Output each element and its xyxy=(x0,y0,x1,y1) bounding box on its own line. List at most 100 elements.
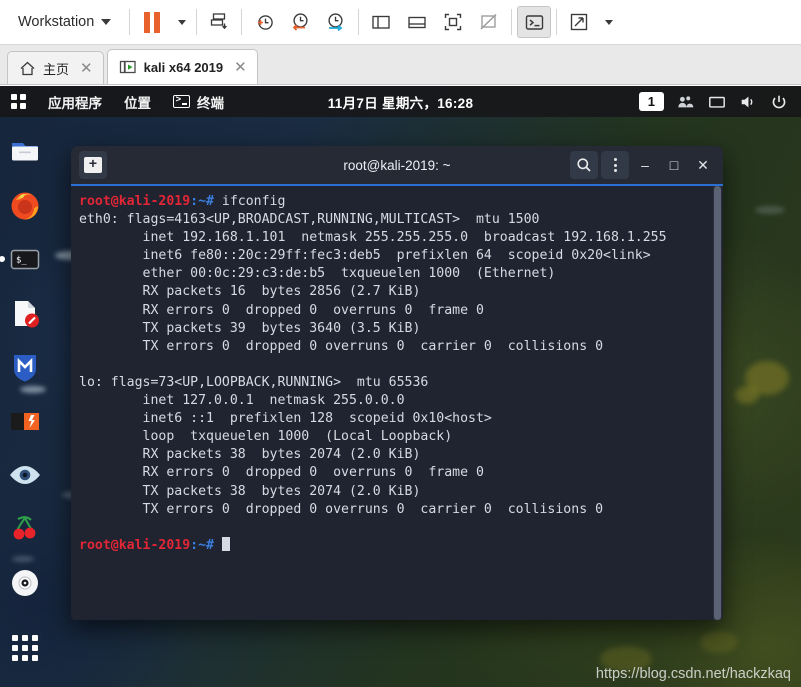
pause-dropdown-button[interactable] xyxy=(171,6,191,38)
terminal-scrollbar[interactable] xyxy=(713,186,722,620)
tab-kali-close-icon[interactable]: ✕ xyxy=(234,60,247,75)
dock-item-burpsuite[interactable] xyxy=(8,404,42,438)
terminal-window-controls: – □ ✕ xyxy=(570,151,716,179)
terminal-prompt-line: root@kali-2019:~# ifconfig xyxy=(79,193,723,211)
wallpaper-cloud xyxy=(755,206,785,214)
metasploit-icon xyxy=(13,355,36,382)
show-applications-button[interactable] xyxy=(8,631,42,665)
svg-text:$_: $_ xyxy=(16,256,27,266)
terminal-output-line: inet6 fe80::20c:29ff:fec3:deb5 prefixlen… xyxy=(79,248,651,264)
console-icon xyxy=(525,14,543,30)
apps-grid-icon xyxy=(11,635,38,661)
dock-item-terminal[interactable]: $_ xyxy=(0,242,42,276)
firefox-icon xyxy=(11,192,38,220)
search-icon xyxy=(577,158,591,172)
clock[interactable]: 11月7日 星期六，16:28 xyxy=(271,92,531,112)
terminal-output-line: RX errors 0 dropped 0 overruns 0 frame 0 xyxy=(79,465,484,481)
snapshot-manager-button[interactable] xyxy=(202,6,236,38)
workstation-menu-button[interactable]: Workstation xyxy=(0,0,125,44)
terminal-output-area[interactable]: root@kali-2019:~# ifconfig eth0: flags=4… xyxy=(71,186,723,620)
show-bottom-panel-button[interactable] xyxy=(400,6,434,38)
places-menu-label: 位置 xyxy=(124,95,151,111)
stretch-button[interactable] xyxy=(562,6,596,38)
dock-item-wireshark[interactable] xyxy=(8,458,42,492)
bottom-panel-icon xyxy=(408,16,426,29)
places-menu[interactable]: 位置 xyxy=(113,86,162,117)
volume-icon[interactable] xyxy=(739,93,757,111)
applications-menu[interactable]: 应用程序 xyxy=(37,86,113,117)
terminal-current-prompt: root@kali-2019:~# xyxy=(79,536,723,555)
vmware-toolbar: Workstation xyxy=(0,0,801,45)
terminal-icon: $_ xyxy=(10,249,39,270)
home-icon xyxy=(20,61,35,75)
revert-snapshot-button[interactable] xyxy=(283,6,317,38)
terminal-output-line: eth0: flags=4163<UP,BROADCAST,RUNNING,MU… xyxy=(79,212,540,228)
running-indicator-dot xyxy=(0,256,5,262)
clock-back-icon xyxy=(293,13,308,31)
activities-button[interactable] xyxy=(0,86,37,117)
prompt-path: :~# xyxy=(190,194,214,209)
stretch-dropdown-button[interactable] xyxy=(598,6,618,38)
workspace-indicator[interactable]: 1 xyxy=(638,92,664,111)
terminal-scrollbar-thumb[interactable] xyxy=(714,186,721,620)
vm-play-icon xyxy=(119,60,136,73)
caret-down-icon xyxy=(178,19,187,25)
terminal-output-line: inet6 ::1 prefixlen 128 scopeid 0x10<hos… xyxy=(79,411,492,427)
workspace-switcher-icon[interactable] xyxy=(677,93,695,111)
terminal-search-button[interactable] xyxy=(570,151,598,179)
terminal-output-line: inet 127.0.0.1 netmask 255.0.0.0 xyxy=(79,393,405,409)
clock-plus-icon xyxy=(258,15,274,30)
fullscreen-button[interactable] xyxy=(436,6,470,38)
dock-item-files[interactable] xyxy=(8,134,42,168)
panel-status-area: 1 xyxy=(638,92,801,111)
terminal-titlebar[interactable]: root@kali-2019: ~ – □ ✕ xyxy=(71,146,723,186)
pause-icon xyxy=(144,11,161,33)
dock-item-cherrytree[interactable] xyxy=(8,512,42,546)
gnome-top-panel: 应用程序 位置 终端 11月7日 星期六，16:28 1 xyxy=(0,86,801,117)
toolbar-divider xyxy=(511,9,513,35)
fullscreen-icon xyxy=(445,13,462,31)
terminal-output-lines: eth0: flags=4163<UP,BROADCAST,RUNNING,MU… xyxy=(79,211,723,537)
gnome-dock: $_ xyxy=(0,117,49,687)
tab-home[interactable]: 主页 ✕ xyxy=(7,51,104,84)
display-icon[interactable] xyxy=(708,93,726,111)
dock-item-firefox[interactable] xyxy=(8,188,42,222)
terminal-output-line: TX errors 0 dropped 0 overruns 0 carrier… xyxy=(79,501,604,517)
toolbar-divider xyxy=(556,9,558,35)
new-tab-button[interactable] xyxy=(79,151,107,179)
dock-item-text-editor[interactable] xyxy=(8,296,42,330)
toolbar-divider xyxy=(241,9,243,35)
vm-tab-strip: 主页 ✕ kali x64 2019 ✕ xyxy=(0,45,801,85)
tab-home-close-icon[interactable]: ✕ xyxy=(80,61,93,76)
power-icon[interactable] xyxy=(770,93,788,111)
dock-item-disc[interactable] xyxy=(8,566,42,600)
sidebar-panel-icon xyxy=(372,15,390,29)
dock-item-metasploit[interactable] xyxy=(8,350,42,384)
tab-kali-x64-2019[interactable]: kali x64 2019 ✕ xyxy=(106,49,258,84)
terminal-cursor xyxy=(221,536,230,551)
vm-guest-screen: 应用程序 位置 终端 11月7日 星期六，16:28 1 xyxy=(0,86,801,687)
minimize-button[interactable]: – xyxy=(632,157,658,173)
pause-vm-button[interactable] xyxy=(135,6,169,38)
prompt-user: root@kali-2019 xyxy=(79,194,191,209)
maximize-button[interactable]: □ xyxy=(661,157,687,173)
kebab-menu-icon xyxy=(613,158,617,172)
terminal-menu-button[interactable] xyxy=(601,151,629,179)
unity-mode-button[interactable] xyxy=(472,6,506,38)
manage-snapshots-button[interactable] xyxy=(319,6,353,38)
take-snapshot-button[interactable] xyxy=(247,6,281,38)
wallpaper-vegetation xyxy=(700,631,738,653)
console-view-button[interactable] xyxy=(517,6,552,38)
burpsuite-icon xyxy=(10,413,39,430)
terminal-output-line: lo: flags=73<UP,LOOPBACK,RUNNING> mtu 65… xyxy=(79,374,429,390)
toolbar-divider xyxy=(358,9,360,35)
active-window-terminal[interactable]: 终端 xyxy=(162,86,235,117)
tab-kali-label: kali x64 2019 xyxy=(143,59,224,75)
caret-down-icon xyxy=(605,19,614,25)
terminal-output-line: TX packets 39 bytes 3640 (3.5 KiB) xyxy=(79,320,421,336)
chevron-down-icon xyxy=(101,19,112,25)
cherrytree-icon xyxy=(13,516,35,540)
show-sidebar-button[interactable] xyxy=(364,6,398,38)
close-button[interactable]: ✕ xyxy=(690,157,716,174)
